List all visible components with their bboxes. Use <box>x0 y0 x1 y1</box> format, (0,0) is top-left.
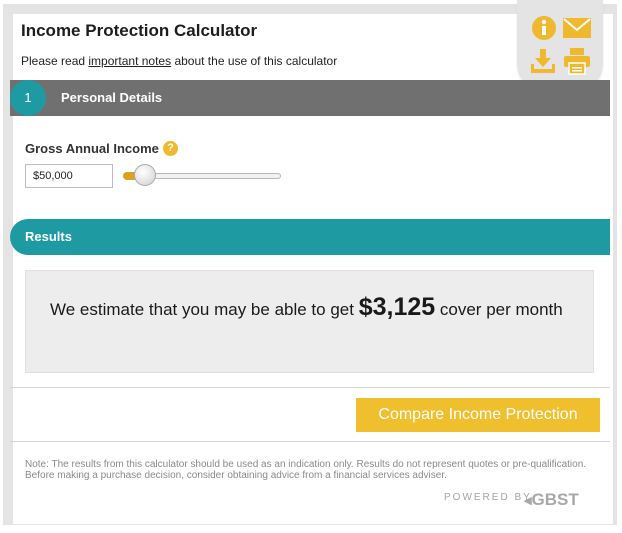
disclaimer-note: Note: The results from this calculator s… <box>25 459 587 481</box>
result-panel <box>25 270 594 373</box>
gbst-logo-mark: ◂ <box>524 492 532 509</box>
help-icon[interactable]: ? <box>163 141 178 156</box>
result-text-before: We estimate that you may be able to get <box>50 300 359 319</box>
notes-line: Please read important notes about the us… <box>21 54 337 68</box>
result-amount: $3,125 <box>358 293 436 321</box>
step-number-badge: 1 <box>10 80 46 116</box>
page-title: Income Protection Calculator <box>21 21 258 40</box>
results-bar <box>10 219 610 255</box>
notes-prefix: Please read <box>21 54 89 68</box>
powered-by-text: POWERED BY <box>444 492 532 503</box>
gross-income-label: Gross Annual Income <box>25 141 159 156</box>
compare-income-protection-button[interactable]: Compare Income Protection <box>356 398 600 432</box>
download-icon[interactable] <box>530 48 556 74</box>
gbst-logo-text: GBST <box>531 490 579 509</box>
gbst-logo: ◂GBST <box>524 490 579 510</box>
result-statement: We estimate that you may be able to get … <box>50 293 570 321</box>
email-icon[interactable] <box>563 18 591 38</box>
gross-income-input[interactable] <box>25 164 113 188</box>
important-notes-link[interactable]: important notes <box>88 54 171 68</box>
tools-tab <box>517 0 603 90</box>
notes-suffix: about the use of this calculator <box>171 54 338 68</box>
print-icon[interactable] <box>563 47 591 75</box>
personal-details-heading: Personal Details <box>61 90 163 105</box>
result-text-after: cover per month <box>435 300 563 319</box>
divider <box>10 441 610 442</box>
info-icon[interactable] <box>531 15 557 41</box>
income-slider-handle[interactable] <box>133 164 156 186</box>
results-heading: Results <box>25 229 72 244</box>
divider <box>10 387 610 388</box>
